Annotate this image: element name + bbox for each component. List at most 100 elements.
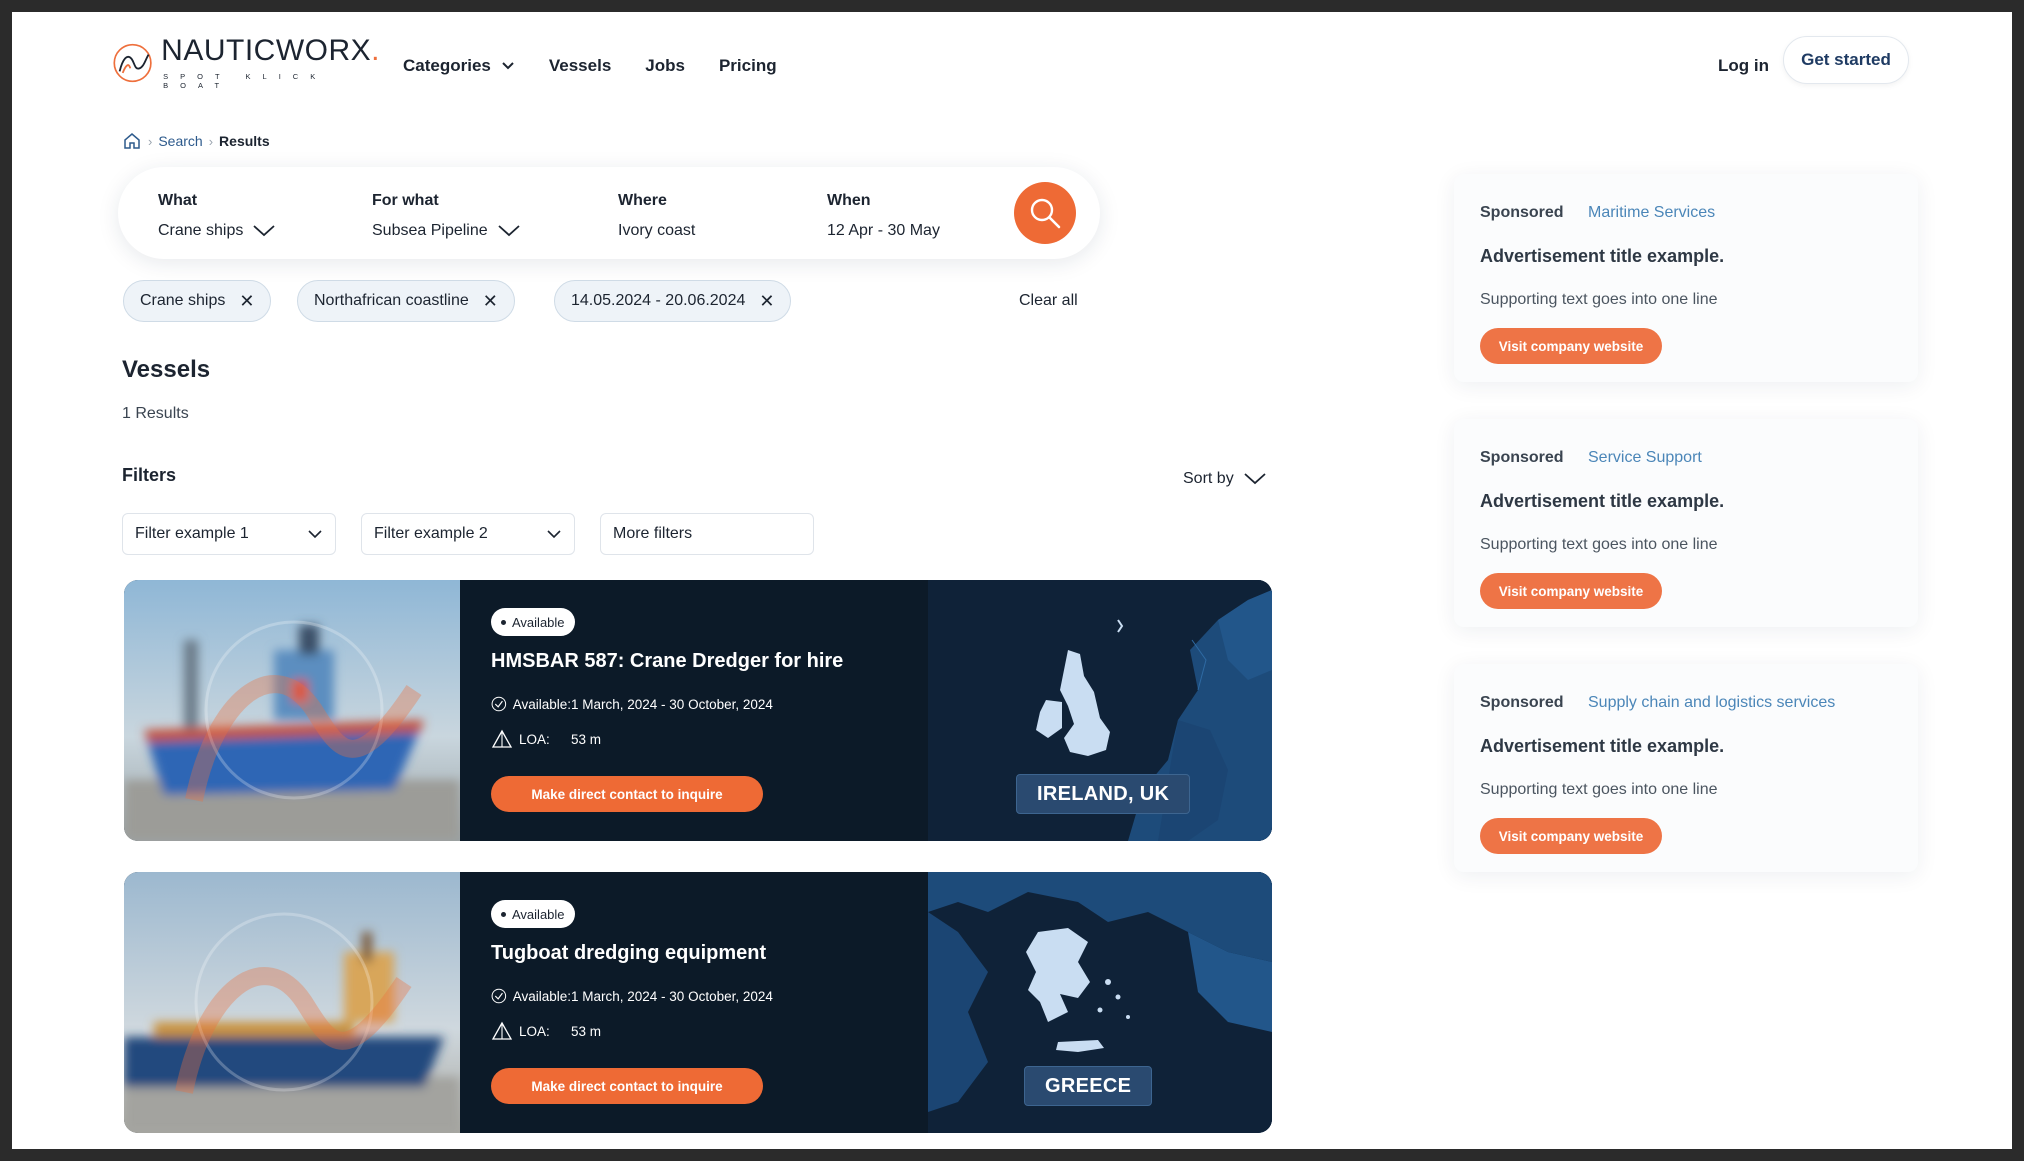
chevron-down-icon [1244,473,1266,485]
sort-by-dropdown[interactable]: Sort by [1183,470,1266,488]
filter-chip[interactable]: Northafrican coastline ✕ [297,280,515,322]
breadcrumb-search[interactable]: Search [158,133,202,149]
loa-ruler-icon [491,729,513,748]
chevron-down-icon [502,62,514,70]
region-label: IRELAND, UK [1016,774,1191,814]
filter-chip-label: Northafrican coastline [314,292,469,309]
chevron-down-icon [547,530,561,539]
search-when-value: 12 Apr - 30 May [827,222,940,239]
ad-title: Advertisement title example. [1480,491,1725,511]
chevron-down-icon [253,225,275,237]
status-badge: Available [491,608,575,636]
availability-value: 1 March, 2024 - 30 October, 2024 [571,696,773,712]
clear-all-button[interactable]: Clear all [1019,292,1078,310]
more-filters-button[interactable]: More filters [600,513,814,555]
login-link[interactable]: Log in [1718,56,1769,76]
vessel-title[interactable]: Tugboat dredging equipment [491,942,766,965]
region-label: GREECE [1024,1066,1153,1106]
search-where-value: Ivory coast [618,222,696,239]
ad-title: Advertisement title example. [1480,246,1725,266]
search-forwhat-field[interactable]: For what Subsea Pipeline [372,192,520,240]
breadcrumb: › Search › Results [122,131,270,151]
close-icon[interactable]: ✕ [483,292,498,310]
search-forwhat-label: For what [372,192,439,209]
check-circle-icon [491,988,507,1004]
close-icon[interactable]: ✕ [759,292,774,310]
vessel-photo [124,580,460,841]
page-title: Vessels [122,356,211,383]
results-count: 1 Results [122,405,189,422]
visit-website-button[interactable]: Visit company website [1480,573,1662,609]
search-when-field[interactable]: When 12 Apr - 30 May [827,192,940,240]
filter-dropdown-1[interactable]: Filter example 1 [122,513,336,555]
availability-label: Available: [512,988,571,1004]
nav-pricing[interactable]: Pricing [719,56,777,76]
availability-row: Available: 1 March, 2024 - 30 October, 2… [491,693,773,715]
sponsored-ad: Sponsored Service Support Advertisement … [1454,419,1918,627]
ad-category-link[interactable]: Supply chain and logistics services [1588,694,1835,712]
filter-dropdown-label: Filter example 1 [135,525,249,542]
filter-dropdown-label: Filter example 2 [374,525,488,542]
check-circle-icon [491,696,507,712]
search-what-label: What [158,192,198,209]
ad-sponsored-label: Sponsored [1480,204,1564,221]
status-dot [501,619,506,625]
status-badge-label: Available [512,614,565,630]
search-when-label: When [827,192,871,209]
nav-jobs[interactable]: Jobs [645,56,685,76]
sort-by-label: Sort by [1183,470,1234,487]
status-dot [501,911,506,917]
breadcrumb-results: Results [219,133,270,149]
get-started-button[interactable]: Get started [1783,36,1909,84]
search-what-field[interactable]: What Crane ships [158,192,275,240]
search-button[interactable] [1014,182,1076,244]
page: NAUTICWORX. SPOT KLICK BOAT Categories V… [12,12,2012,1149]
vessel-info: Available Tugboat dredging equipment Ava… [460,872,928,1133]
loa-label: LOA: [519,1023,550,1039]
vessel-photo [124,872,460,1133]
search-forwhat-value: Subsea Pipeline [372,222,488,239]
filter-dropdown-2[interactable]: Filter example 2 [361,513,575,555]
ad-sponsored-label: Sponsored [1480,694,1564,711]
vessel-title[interactable]: HMSBAR 587: Crane Dredger for hire [491,650,843,673]
close-icon[interactable]: ✕ [239,292,254,310]
loa-row: LOA: 53 m [491,729,601,749]
contact-button[interactable]: Make direct contact to inquire [491,1068,763,1104]
filter-chip-label: 14.05.2024 - 20.06.2024 [571,292,746,309]
search-where-label: Where [618,192,667,209]
search-where-field[interactable]: Where Ivory coast [618,192,695,240]
ad-text: Supporting text goes into one line [1480,781,1718,798]
ad-category-link[interactable]: Maritime Services [1588,204,1715,222]
brand-logo[interactable]: NAUTICWORX. SPOT KLICK BOAT [112,30,380,96]
ad-category-link[interactable]: Service Support [1588,449,1702,467]
more-filters-label: More filters [613,525,693,542]
main-nav: Categories Vessels Jobs Pricing [403,56,777,76]
ad-text: Supporting text goes into one line [1480,536,1718,553]
breadcrumb-separator: › [208,133,214,149]
loa-value: 53 m [571,731,602,747]
sponsored-ad: Sponsored Supply chain and logistics ser… [1454,664,1918,872]
status-badge-label: Available [512,906,565,922]
filters-heading: Filters [122,465,177,485]
vessel-card[interactable]: Available HMSBAR 587: Crane Dredger for … [124,580,1272,841]
loa-value: 53 m [571,1023,602,1039]
vessel-card[interactable]: Available Tugboat dredging equipment Ava… [124,872,1272,1133]
loa-label: LOA: [519,731,550,747]
filter-chip[interactable]: Crane ships ✕ [123,280,272,322]
filter-chip[interactable]: 14.05.2024 - 20.06.2024 ✕ [554,280,792,322]
sponsored-ad: Sponsored Maritime Services Advertisemen… [1454,174,1918,382]
nav-vessels[interactable]: Vessels [549,56,611,76]
breadcrumb-separator: › [148,133,153,149]
vessel-info: Available HMSBAR 587: Crane Dredger for … [460,580,928,841]
availability-label: Available: [512,696,571,712]
home-icon[interactable] [122,131,142,151]
visit-website-button[interactable]: Visit company website [1480,818,1662,854]
brand-name: NAUTICWORX. [161,34,380,67]
nav-categories[interactable]: Categories [403,56,515,76]
contact-button[interactable]: Make direct contact to inquire [491,776,763,812]
nav-categories-label: Categories [403,56,491,75]
ad-text: Supporting text goes into one line [1480,291,1718,308]
search-icon [1030,198,1061,229]
loa-row: LOA: 53 m [491,1021,601,1041]
visit-website-button[interactable]: Visit company website [1480,328,1662,364]
